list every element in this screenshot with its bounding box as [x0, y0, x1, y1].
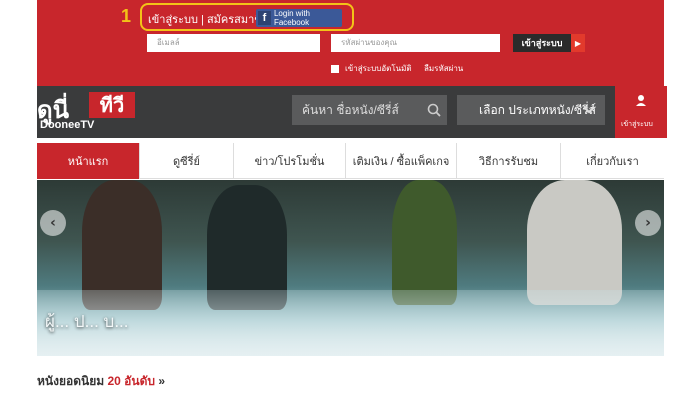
water-splash: [37, 290, 664, 356]
search-placeholder: ค้นหา ชื่อหนัง/ซีรี่ส์: [302, 103, 399, 117]
section-title-highlight: 20 อันดับ: [107, 374, 156, 388]
logo-subtitle: DooneeTV: [40, 119, 95, 131]
section-title[interactable]: หนังยอดนิยม 20 อันดับ »: [37, 372, 165, 391]
site-header: ดูนี่ ทีวี DooneeTV ค้นหา ชื่อหนัง/ซีรี่…: [37, 86, 664, 138]
remember-label: เข้าสู่ระบบอัตโนมัติ: [345, 64, 412, 73]
category-select-label: เลือก ประเภทหนัง/ซีรี่ส์: [479, 103, 596, 117]
search-icon[interactable]: [427, 103, 441, 117]
carousel-prev-button[interactable]: ‹: [40, 210, 66, 236]
chevron-down-icon: [583, 106, 595, 114]
chevron-right-icon: ›: [645, 215, 651, 231]
login-links: เข้าสู่ระบบ | สมัครสมาชิก: [148, 10, 268, 28]
account-button[interactable]: เข้าสู่ระบบ: [615, 86, 667, 138]
facebook-icon: f: [258, 11, 271, 25]
link-separator: |: [201, 14, 204, 26]
nav-item-howto[interactable]: วิธีการรับชม: [457, 143, 561, 179]
login-link[interactable]: เข้าสู่ระบบ: [148, 14, 198, 26]
logo-tv-badge: ทีวี: [89, 92, 135, 118]
password-input[interactable]: รหัสผ่านของคุณ: [331, 34, 500, 52]
step-number-annotation: 1: [121, 6, 132, 26]
hero-caption: ผู้... ป... บ...: [45, 312, 129, 331]
account-label: เข้าสู่ระบบ: [621, 121, 653, 128]
login-submit-button[interactable]: เข้าสู่ระบบ: [513, 34, 571, 52]
chevron-left-icon: ‹: [50, 215, 56, 231]
username-input[interactable]: อีเมลล์: [147, 34, 320, 52]
double-chevron-icon: »: [158, 374, 166, 388]
hero-figure: [527, 180, 622, 305]
carousel-next-button[interactable]: ›: [635, 210, 661, 236]
site-logo[interactable]: ดูนี่ ทีวี DooneeTV: [37, 90, 137, 134]
user-icon: [636, 95, 646, 106]
hero-figure: [392, 180, 457, 305]
search-input[interactable]: ค้นหา ชื่อหนัง/ซีรี่ส์: [292, 95, 447, 125]
facebook-login-label: Login with Facebook: [273, 9, 310, 27]
nav-item-home[interactable]: หน้าแรก: [37, 143, 140, 179]
remember-me[interactable]: เข้าสู่ระบบอัตโนมัติ: [331, 62, 412, 75]
nav-item-topup[interactable]: เติมเงิน / ซื้อแพ็คเกจ: [346, 143, 457, 179]
main-nav: หน้าแรก ดูซีรี่ย์ ข่าว/โปรโมชั่น เติมเงิ…: [37, 143, 664, 179]
hero-banner[interactable]: ผู้... ป... บ... ‹ ›: [37, 180, 664, 356]
nav-item-news[interactable]: ข่าว/โปรโมชั่น: [234, 143, 346, 179]
section-title-main: หนังยอดนิยม: [37, 374, 105, 388]
nav-item-series[interactable]: ดูซีรี่ย์: [140, 143, 234, 179]
forgot-password-link[interactable]: ลืมรหัสผ่าน: [424, 62, 463, 75]
category-select[interactable]: เลือก ประเภทหนัง/ซีรี่ส์: [457, 95, 605, 125]
remember-checkbox[interactable]: [331, 64, 339, 73]
facebook-login-button[interactable]: f Login with Facebook: [256, 9, 342, 27]
nav-item-about[interactable]: เกี่ยวกับเรา: [561, 143, 664, 179]
play-arrow-icon[interactable]: ▶: [571, 34, 585, 52]
